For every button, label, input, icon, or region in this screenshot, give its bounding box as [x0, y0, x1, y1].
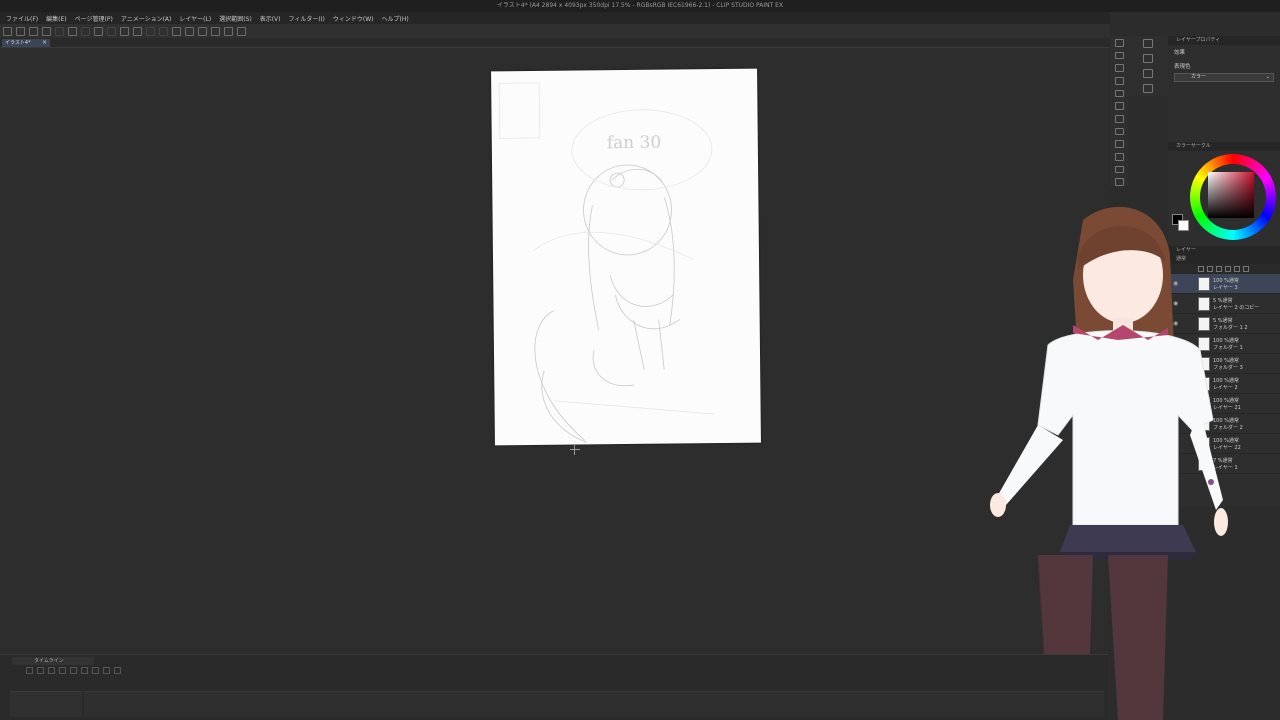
brush-tool-icon[interactable]	[1114, 115, 1124, 123]
transform-icon[interactable]	[133, 26, 142, 36]
timeline-track[interactable]	[84, 691, 1104, 717]
fill-tool-icon[interactable]	[1114, 153, 1124, 161]
redo-icon[interactable]	[81, 26, 90, 36]
next-frame-icon[interactable]	[59, 667, 66, 674]
menu-edit[interactable]: 編集(E)	[46, 14, 66, 23]
timeline-tab[interactable]: タイムライン	[12, 657, 94, 665]
snap-icon[interactable]	[185, 26, 194, 36]
timeline-layer-column	[10, 691, 82, 717]
crosshair-cursor	[570, 445, 580, 455]
device-icon[interactable]	[224, 26, 233, 36]
tool-palette	[1110, 36, 1128, 187]
last-frame-icon[interactable]	[70, 667, 77, 674]
color-wheel-header: カラーサークル	[1168, 142, 1280, 151]
eraser-tool-icon[interactable]	[1114, 127, 1124, 136]
document-tab-label: イラスト4*	[5, 40, 31, 46]
canvas-page[interactable]: fan 30	[491, 68, 761, 446]
link-icon[interactable]	[237, 26, 246, 36]
prev-frame-icon[interactable]	[37, 667, 44, 674]
display-color-label: 表現色	[1174, 64, 1191, 70]
menu-bar: ファイル(F) 編集(E) ページ管理(P) アニメーション(A) レイヤー(L…	[0, 12, 1110, 24]
first-frame-icon[interactable]	[26, 667, 33, 674]
zoom-tool-icon[interactable]	[1114, 64, 1124, 73]
sketch-drawing: fan 30	[498, 82, 715, 443]
delete-layer-icon[interactable]	[1243, 266, 1249, 272]
menu-window[interactable]: ウィンドウ(W)	[333, 14, 374, 23]
menu-selection[interactable]: 選択範囲(S)	[219, 14, 252, 23]
menu-help[interactable]: ヘルプ(H)	[381, 14, 408, 23]
tool-property-header: レイヤープロパティ	[1168, 36, 1280, 45]
window-title: イラスト4* (A4 2894 x 4093px 350dpi 17.5% - …	[496, 2, 784, 9]
play-icon[interactable]	[48, 667, 55, 674]
vtuber-avatar	[978, 200, 1238, 720]
sub-tool-icon[interactable]	[1143, 54, 1153, 63]
timeline-controls	[26, 667, 121, 674]
crop-icon[interactable]	[159, 26, 168, 36]
move-tool-icon[interactable]	[1114, 51, 1124, 60]
eyedropper-tool-icon[interactable]	[1114, 102, 1124, 111]
command-bar	[0, 24, 1110, 38]
snap-ruler-icon[interactable]	[211, 26, 220, 36]
timeline-title: タイムライン	[34, 658, 64, 664]
new-file-icon[interactable]	[3, 26, 12, 36]
sketch-text: fan 30	[607, 133, 662, 154]
app-window: イラスト4* (A4 2894 x 4093px 350dpi 17.5% - …	[0, 0, 1280, 720]
selection-icon[interactable]	[146, 26, 155, 36]
save-icon[interactable]	[29, 26, 38, 36]
sub-tool-icon[interactable]	[1143, 69, 1153, 78]
settings-icon[interactable]	[94, 26, 103, 36]
clear-icon[interactable]	[107, 26, 116, 36]
effect-label: 効果	[1174, 50, 1186, 56]
chevron-down-icon: ⌄	[1265, 74, 1270, 80]
menu-layer[interactable]: レイヤー(L)	[179, 14, 211, 23]
sub-tool-icon[interactable]	[1143, 84, 1153, 93]
menu-file[interactable]: ファイル(F)	[6, 14, 38, 23]
text-tool-icon[interactable]	[1114, 165, 1124, 174]
menu-page[interactable]: ページ管理(P)	[75, 14, 113, 23]
avatar-figure	[990, 206, 1228, 720]
separator-icon	[55, 26, 64, 36]
fill-icon[interactable]	[120, 26, 129, 36]
document-tab-bar: イラスト4* ×	[0, 38, 1110, 48]
open-file-icon[interactable]	[16, 26, 25, 36]
menu-filter[interactable]: フィルター(I)	[289, 14, 325, 23]
ruler-icon[interactable]	[172, 26, 181, 36]
selection-tool-icon[interactable]	[1114, 89, 1124, 98]
blend-tool-icon[interactable]	[1114, 140, 1124, 149]
menu-view[interactable]: 表示(V)	[260, 14, 281, 23]
sub-tool-icon[interactable]	[1143, 39, 1153, 48]
loop-icon[interactable]	[81, 667, 88, 674]
menu-animation[interactable]: アニメーション(A)	[121, 14, 172, 23]
document-tab[interactable]: イラスト4* ×	[2, 39, 50, 47]
display-color-value: カラー	[1191, 74, 1207, 80]
sub-tool-palette	[1128, 36, 1168, 96]
onion-skin-icon[interactable]	[103, 667, 110, 674]
display-color-dropdown[interactable]: カラー ⌄	[1174, 73, 1274, 82]
undo-icon[interactable]	[68, 26, 77, 36]
close-tab-icon[interactable]: ×	[42, 39, 47, 47]
title-bar: イラスト4* (A4 2894 x 4093px 350dpi 17.5% - …	[0, 0, 1280, 12]
operation-tool-icon[interactable]	[1114, 77, 1124, 85]
timeline-panel: タイムライン	[0, 654, 1108, 720]
snap-grid-icon[interactable]	[198, 26, 207, 36]
pen-tool-icon[interactable]	[1114, 39, 1124, 47]
keyframe-icon[interactable]	[114, 667, 121, 674]
figure-tool-icon[interactable]	[1114, 178, 1124, 187]
export-icon[interactable]	[42, 26, 51, 36]
new-frame-icon[interactable]	[92, 667, 99, 674]
